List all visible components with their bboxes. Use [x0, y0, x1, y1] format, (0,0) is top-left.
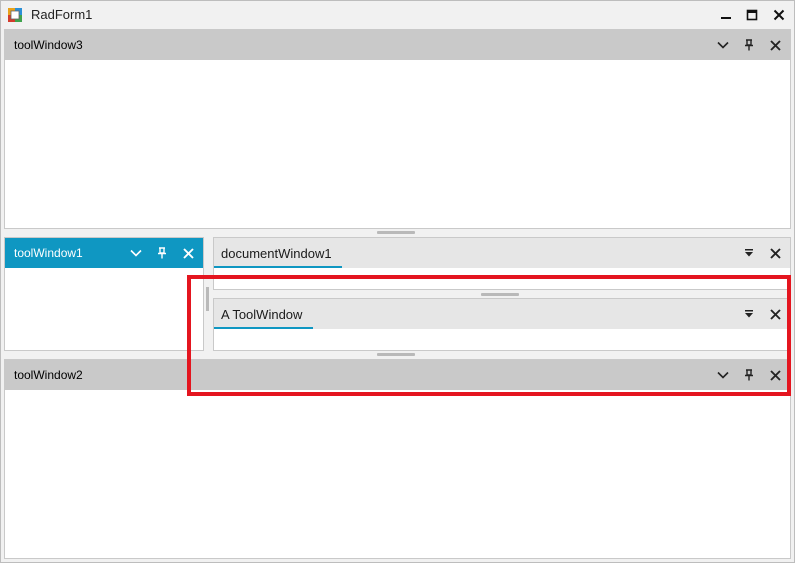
document-strip-menu-button[interactable]: [736, 240, 762, 266]
tool-window-3-title: toolWindow3: [14, 38, 83, 52]
chevron-down-icon: [717, 41, 729, 49]
chevron-down-icon: [130, 249, 142, 257]
top-splitter[interactable]: [377, 231, 415, 234]
tool-window-1-close-button[interactable]: [175, 240, 201, 266]
dropdown-arrow-icon: [745, 249, 753, 257]
document-tabstrip-header: documentWindow1: [214, 238, 790, 268]
window-title: RadForm1: [31, 7, 93, 22]
maximize-icon: [746, 9, 758, 21]
active-tab-indicator: [214, 266, 342, 268]
tool-window-1-caption[interactable]: toolWindow1: [5, 238, 203, 268]
tool-window-3-caption[interactable]: toolWindow3: [5, 30, 790, 60]
tab-document-window-1[interactable]: documentWindow1: [214, 238, 342, 268]
close-icon: [182, 247, 194, 259]
title-bar[interactable]: [1, 1, 794, 29]
tool-window-1-pin-button[interactable]: [149, 240, 175, 266]
document-strip-close-button[interactable]: [762, 240, 788, 266]
tool-window-1: toolWindow1: [4, 237, 204, 351]
tool-window-3-close-button[interactable]: [762, 32, 788, 58]
close-icon: [769, 247, 781, 259]
window-close-button[interactable]: [768, 4, 790, 26]
highlight-rectangle: [187, 275, 791, 396]
tool-window-3-menu-button[interactable]: [710, 32, 736, 58]
pin-icon: [158, 247, 166, 259]
minimize-icon: [721, 17, 731, 19]
app-icon: [8, 8, 22, 22]
tool-window-1-title: toolWindow1: [14, 246, 83, 260]
tool-window-3-pin-button[interactable]: [736, 32, 762, 58]
tool-window-1-menu-button[interactable]: [123, 240, 149, 266]
document-window-1-label: documentWindow1: [221, 245, 332, 261]
maximize-button[interactable]: [741, 4, 763, 26]
close-icon: [773, 9, 785, 21]
close-icon: [769, 39, 781, 51]
pin-icon: [745, 39, 753, 51]
tool-window-3: toolWindow3: [4, 29, 791, 229]
minimize-button[interactable]: [715, 4, 737, 26]
